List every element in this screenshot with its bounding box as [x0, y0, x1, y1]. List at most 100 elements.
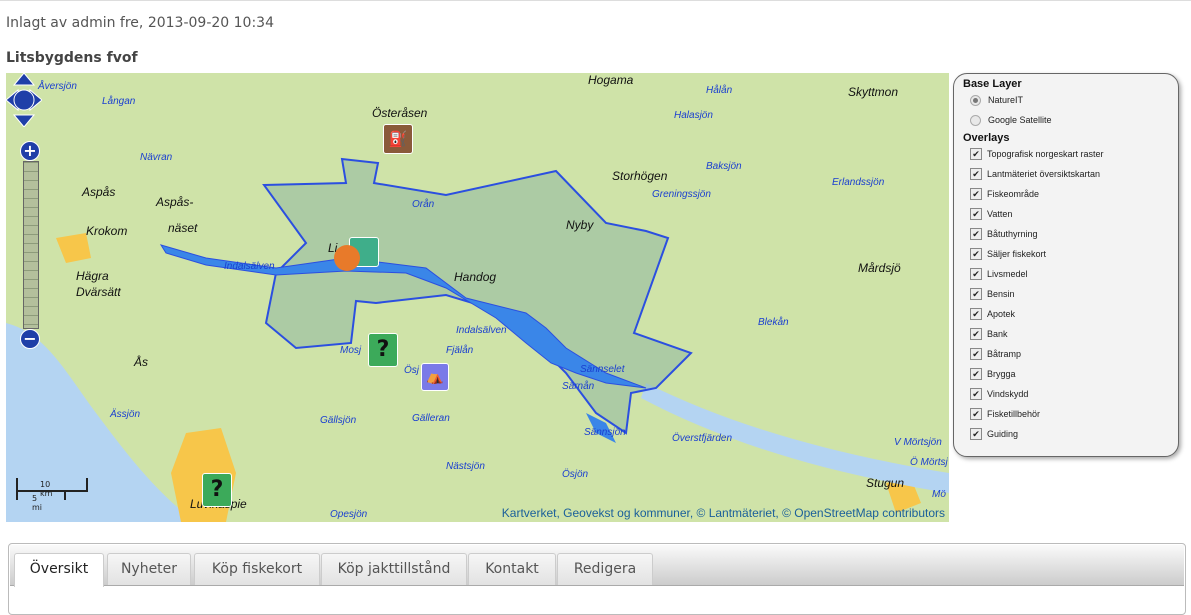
- overlay-option[interactable]: ✔ Livsmedel: [954, 264, 1178, 284]
- overlay-label: Lantmäteriet översiktskartan: [987, 169, 1101, 179]
- overlay-option[interactable]: ✔ Vindskydd: [954, 384, 1178, 404]
- overlay-option[interactable]: ✔ Brygga: [954, 364, 1178, 384]
- post-meta: Inlagt av admin fre, 2013-09-20 10:34: [6, 15, 274, 31]
- zoom-out-icon[interactable]: −: [20, 329, 40, 349]
- zoom-slider[interactable]: [23, 161, 39, 329]
- tab-bar: Översikt Nyheter Köp fiskekort Köp jakttill…: [10, 545, 1184, 587]
- place-label: Storhögen: [612, 169, 668, 183]
- overlay-option[interactable]: ✔ Apotek: [954, 304, 1178, 324]
- water-label: Ö Mörtsj: [910, 457, 948, 468]
- radio-button[interactable]: [970, 114, 981, 126]
- overlay-label: Fisketillbehör: [987, 409, 1041, 419]
- base-layer-option[interactable]: NatureIT: [954, 90, 1178, 110]
- overlay-option[interactable]: ✔ Fisketillbehör: [954, 404, 1178, 424]
- overlay-label: Vatten: [987, 209, 1013, 219]
- shelter-marker[interactable]: ⛺: [421, 363, 449, 391]
- radio-button[interactable]: [970, 94, 981, 106]
- checkbox[interactable]: ✔: [970, 368, 982, 380]
- fishing-area: [262, 157, 693, 435]
- water-label: Sännsjön: [584, 427, 626, 438]
- overlay-label: Säljer fiskekort: [987, 249, 1047, 259]
- water-label: Erlandssjön: [832, 177, 885, 188]
- water-label: Gällsjön: [320, 415, 357, 426]
- overlay-label: Bensin: [987, 289, 1015, 299]
- overlay-label: Apotek: [987, 309, 1016, 319]
- water-label: Nävran: [140, 152, 173, 163]
- map-canvas: [6, 157, 949, 522]
- layer-switcher: Base Layer NatureIT Google Satellite Over…: [953, 73, 1179, 457]
- pan-up-icon: [12, 73, 36, 86]
- page-title: Litsbygdens fvof: [6, 50, 138, 66]
- water-label: Halasjön: [674, 110, 713, 121]
- overlay-option[interactable]: ✔ Fiskeområde: [954, 184, 1178, 204]
- water-label: Indalsälven: [456, 325, 507, 336]
- water-label: Greningssjön: [652, 189, 711, 200]
- tabs-panel: Översikt Nyheter Köp fiskekort Köp jakttill…: [8, 543, 1186, 615]
- water-label: Blekån: [758, 317, 789, 328]
- checkbox[interactable]: ✔: [970, 168, 982, 180]
- overlay-option[interactable]: ✔ Båtuthyrning: [954, 224, 1178, 244]
- place-label: Mårdsjö: [858, 261, 901, 275]
- checkbox[interactable]: ✔: [970, 148, 982, 160]
- water-label: Långan: [102, 96, 136, 107]
- pan-down-icon: [12, 114, 36, 127]
- place-label: Aspås-: [156, 195, 194, 209]
- checkbox[interactable]: ✔: [970, 288, 982, 300]
- scale-mi: 5 mi: [32, 494, 43, 512]
- overlay-label: Båtramp: [987, 349, 1022, 359]
- fuel-marker[interactable]: ⛽: [383, 124, 413, 154]
- checkbox[interactable]: ✔: [970, 328, 982, 340]
- checkbox[interactable]: ✔: [970, 188, 982, 200]
- checkbox[interactable]: ✔: [970, 208, 982, 220]
- place-label: Skyttmon: [848, 85, 899, 99]
- overlay-label: Bank: [987, 329, 1008, 339]
- water-label: Särnån: [562, 381, 595, 392]
- checkbox[interactable]: ✔: [970, 228, 982, 240]
- overlays-heading: Overlays: [963, 132, 1010, 144]
- checkbox[interactable]: ✔: [970, 428, 982, 440]
- water-label: Hålån: [706, 85, 733, 96]
- zoom-in-icon[interactable]: +: [20, 141, 40, 161]
- tab-0[interactable]: Översikt: [14, 553, 104, 587]
- overlay-option[interactable]: ✔ Båtramp: [954, 344, 1178, 364]
- tab-4[interactable]: Kontakt: [468, 553, 556, 585]
- checkbox[interactable]: ✔: [970, 308, 982, 320]
- place-label: Österåsen: [372, 106, 428, 120]
- water-label: Ösj: [404, 365, 419, 376]
- tab-5[interactable]: Redigera: [557, 553, 653, 585]
- overlay-option[interactable]: ✔ Lantmäteriet översiktskartan: [954, 164, 1178, 184]
- tab-3[interactable]: Köp jakttillstånd: [321, 553, 467, 585]
- overlay-option[interactable]: ✔ Bensin: [954, 284, 1178, 304]
- water-label: Gälleran: [412, 413, 450, 424]
- overlay-option[interactable]: ✔ Säljer fiskekort: [954, 244, 1178, 264]
- water-label: Baksjön: [706, 161, 742, 172]
- checkbox[interactable]: ✔: [970, 388, 982, 400]
- checkbox[interactable]: ✔: [970, 268, 982, 280]
- tab-1[interactable]: Nyheter: [107, 553, 191, 585]
- place-label: Aspås: [82, 185, 116, 199]
- base-layer-label: Google Satellite: [988, 115, 1052, 125]
- base-layer-option[interactable]: Google Satellite: [954, 110, 1178, 130]
- checkbox[interactable]: ✔: [970, 248, 982, 260]
- water-label: Ösjön: [562, 469, 589, 480]
- overlay-option[interactable]: ✔ Bank: [954, 324, 1178, 344]
- overlay-option[interactable]: ✔ Topografisk norgeskart raster: [954, 144, 1178, 164]
- place-label: Nyby: [566, 218, 594, 232]
- water-label: Åversjön: [38, 81, 77, 92]
- question-marker[interactable]: ?: [368, 333, 398, 367]
- question-marker[interactable]: ?: [202, 473, 232, 507]
- checkbox[interactable]: ✔: [970, 348, 982, 360]
- place-label: Krokom: [86, 224, 128, 238]
- checkbox[interactable]: ✔: [970, 408, 982, 420]
- overlay-label: Vindskydd: [987, 389, 1029, 399]
- overlay-option[interactable]: ✔ Guiding: [954, 424, 1178, 444]
- overlay-label: Livsmedel: [987, 269, 1028, 279]
- tab-2[interactable]: Köp fiskekort: [194, 553, 320, 585]
- food-marker[interactable]: [334, 245, 360, 271]
- map[interactable]: Hogama Österåsen Skyttmon Aspås Aspås- n…: [6, 73, 949, 522]
- zoom-control[interactable]: + −: [20, 141, 40, 349]
- overlay-label: Båtuthyrning: [987, 229, 1038, 239]
- overlay-option[interactable]: ✔ Vatten: [954, 204, 1178, 224]
- pan-control[interactable]: [6, 73, 42, 127]
- water-label: Opesjön: [330, 509, 368, 520]
